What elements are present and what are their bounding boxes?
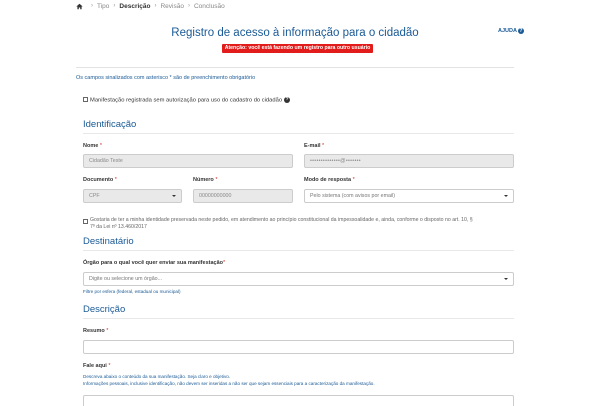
orgao-select[interactable]: Digite ou selecione um órgão...: [83, 272, 514, 286]
chevron-down-icon: [504, 195, 508, 197]
breadcrumb-item-tipo[interactable]: Tipo: [97, 3, 109, 10]
chevron-down-icon: [504, 278, 508, 280]
breadcrumb-separator: ›: [154, 3, 157, 9]
alert-banner: Atenção: você está fazendo um registro p…: [222, 44, 373, 53]
email-label: E-mail *: [304, 143, 324, 149]
unauthorized-registration-text: Manifestação registrada sem autorização …: [90, 97, 283, 104]
fale-aqui-help: Descreva abaixo o conteúdo da sua manife…: [83, 374, 375, 387]
help-link[interactable]: AJUDA ?: [498, 28, 524, 34]
breadcrumb-separator: ›: [91, 3, 93, 9]
modo-resposta-value: Pelo sistema (com avisos por email): [310, 193, 396, 199]
modo-resposta-label-text: Modo de resposta: [304, 177, 352, 183]
section-title-destinatario: Destinatário: [83, 236, 134, 247]
section-divider: [83, 318, 514, 319]
resumo-label-text: Resumo: [83, 328, 105, 334]
help-icon[interactable]: ?: [284, 96, 291, 103]
section-title-identificacao: Identificação: [83, 119, 137, 130]
documento-label: Documento *: [83, 177, 117, 183]
documento-value: CPF: [89, 193, 100, 199]
required-fields-note: Os campos sinalizados com asterisco * sã…: [76, 75, 256, 81]
numero-field: 00000000000: [193, 189, 293, 203]
section-title-descricao: Descrição: [83, 304, 126, 315]
section-divider: [83, 133, 514, 134]
email-label-text: E-mail: [304, 143, 321, 149]
required-marker: *: [99, 143, 102, 149]
nome-field: Cidadão Teste: [83, 154, 293, 168]
help-icon: ?: [517, 28, 524, 34]
help-label: AJUDA: [498, 28, 517, 34]
fale-aqui-help-line2: Informações pessoais, inclusive identifi…: [83, 380, 375, 386]
fale-aqui-textarea[interactable]: [83, 395, 514, 406]
fale-aqui-label: Fale aqui *: [83, 363, 111, 369]
breadcrumb-separator: ›: [187, 3, 190, 9]
required-marker: *: [114, 177, 117, 183]
documento-select: CPF: [83, 189, 182, 203]
modo-resposta-select[interactable]: Pelo sistema (com avisos por email): [304, 189, 514, 203]
preserve-identity-label: Gostaria de ter a minha identidade prese…: [90, 217, 518, 231]
required-marker: *: [322, 143, 325, 149]
nome-label: Nome *: [83, 143, 102, 149]
chevron-down-icon: [172, 195, 176, 197]
unauthorized-registration-checkbox[interactable]: [83, 97, 88, 102]
numero-label: Número *: [193, 177, 217, 183]
resumo-label: Resumo *: [83, 328, 108, 334]
resumo-input[interactable]: [83, 340, 514, 354]
required-marker: *: [352, 177, 355, 183]
required-marker: *: [223, 260, 226, 266]
breadcrumb-item-conclusao: Conclusão: [193, 2, 225, 10]
breadcrumb: › Tipo › Descrição › Revisão › Conclusão: [76, 1, 225, 11]
email-field: ••••••••••••••@•••••••: [304, 154, 514, 168]
fale-aqui-label-text: Fale aqui: [83, 363, 107, 369]
unauthorized-registration-label: Manifestação registrada sem autorização …: [90, 96, 291, 104]
documento-label-text: Documento: [83, 177, 114, 183]
breadcrumb-separator: ›: [113, 3, 116, 9]
preserve-identity-line2: 7º da Lei nº 13.460/2017: [90, 224, 147, 230]
nome-label-text: Nome: [83, 143, 99, 149]
section-divider: [83, 250, 514, 251]
header-divider: [76, 67, 514, 68]
breadcrumb-item-revisao: Revisão: [160, 2, 184, 10]
breadcrumb-item-descricao: Descrição: [119, 2, 151, 10]
preserve-identity-checkbox[interactable]: [83, 219, 88, 224]
modo-resposta-label: Modo de resposta *: [304, 177, 355, 183]
numero-label-text: Número: [193, 177, 214, 183]
required-marker: *: [215, 177, 218, 183]
orgao-hint: Filtre por esfera (federal, estadual ou …: [83, 289, 181, 294]
required-marker: *: [108, 363, 111, 369]
home-icon[interactable]: [76, 3, 83, 10]
orgao-placeholder: Digite ou selecione um órgão...: [89, 276, 163, 282]
preserve-identity-line1: Gostaria de ter a minha identidade prese…: [90, 217, 473, 223]
orgao-label: Órgão para o qual você quer enviar sua m…: [83, 260, 225, 266]
orgao-label-text: Órgão para o qual você quer enviar sua m…: [83, 260, 223, 266]
required-marker: *: [106, 328, 109, 334]
